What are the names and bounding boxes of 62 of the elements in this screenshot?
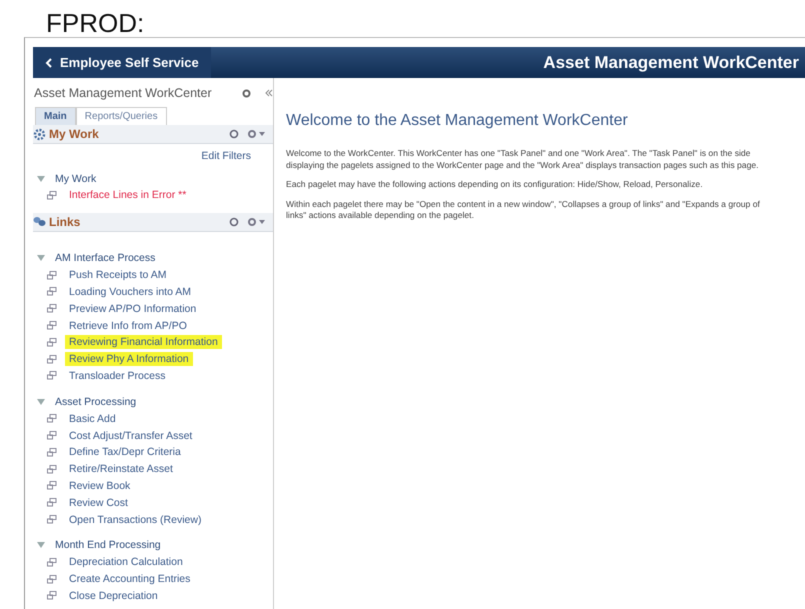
link-icon — [47, 287, 57, 296]
link[interactable]: Retire/Reinstate Asset — [69, 463, 173, 476]
pagelet-title: Links — [49, 214, 80, 229]
link[interactable]: Cost Adjust/Transfer Asset — [69, 430, 192, 442]
link-icon — [47, 558, 57, 567]
back-button[interactable]: Employee Self Service — [33, 47, 211, 78]
link[interactable]: Review Cost — [69, 496, 128, 509]
gear-icon — [33, 128, 46, 140]
welcome-heading: Welcome to the Asset Management WorkCenter — [286, 112, 629, 130]
link[interactable]: Transloader Process — [69, 370, 166, 382]
link[interactable]: Close Depreciation — [69, 590, 158, 602]
tab[interactable]: Main — [35, 107, 76, 125]
tab[interactable]: Reports/Queries — [76, 107, 167, 125]
link[interactable]: Review Book — [69, 480, 130, 492]
chevron-left-icon — [45, 58, 52, 68]
link-icon — [47, 190, 57, 200]
group-label[interactable]: My Work — [55, 172, 96, 184]
link-icon — [47, 414, 57, 424]
panel-title: Asset Management WorkCenter — [34, 86, 213, 100]
expanded-triangle-icon[interactable] — [37, 398, 45, 405]
link[interactable]: Retrieve Info from AP/PO — [69, 320, 187, 332]
link[interactable]: Loading Vouchers into AM — [69, 286, 192, 298]
gear-menu-icon[interactable] — [247, 216, 267, 227]
link[interactable]: Basic Add — [69, 412, 116, 425]
link[interactable]: Create Accounting Entries — [69, 573, 190, 586]
link-icon — [47, 481, 57, 490]
link-icon — [47, 270, 57, 280]
paragraph: Each pagelet may have the following actions depending on its configuration: Hide/Show, Reload, Personalize. — [286, 179, 704, 191]
caption: FPROD: — [45, 7, 146, 37]
collapse-icon[interactable] — [265, 89, 273, 97]
gear-menu-icon[interactable] — [247, 129, 267, 139]
link-icon — [47, 515, 57, 524]
group-label[interactable]: AM Interface Process — [55, 252, 156, 264]
paragraph: Within each pagelet there may be "Open the content in a new window", "Collapses a group of links" and "Expands a group of links" actions available depending on the pagelet. — [286, 198, 761, 222]
link-icon — [47, 591, 57, 600]
link-icon — [47, 338, 57, 347]
paragraph: Welcome to the WorkCenter. This WorkCenter has one "Task Panel" and one "Work Area". The "Task Panel" is on the side displaying the pagelets assigned to the WorkCenter page and the "Work Area" displays transaction pages such as this page. — [286, 148, 760, 172]
page-title: Asset Management WorkCenter — [543, 52, 800, 72]
edit-filters-link[interactable]: Edit Filters — [201, 150, 251, 162]
link[interactable]: Depreciation Calculation — [69, 556, 183, 568]
link-icon — [47, 448, 57, 457]
group-label[interactable]: Month End Processing — [55, 539, 161, 552]
link-icon — [47, 321, 57, 330]
link[interactable]: Preview AP/PO Information — [69, 302, 196, 315]
group-label[interactable]: Asset Processing — [55, 396, 136, 408]
link[interactable]: Define Tax/Depr Criteria — [69, 446, 181, 458]
link[interactable]: Push Receipts to AM — [69, 269, 166, 282]
link[interactable]: Interface Lines in Error ** — [69, 189, 186, 202]
link-icon — [47, 431, 57, 440]
link[interactable]: Open Transactions (Review) — [69, 514, 202, 526]
expanded-triangle-icon[interactable] — [37, 255, 45, 262]
highlighted-link[interactable]: Review Phy A Information — [65, 352, 193, 366]
link-icon — [47, 498, 57, 508]
expanded-triangle-icon[interactable] — [37, 176, 45, 182]
pagelet-title: My Work — [49, 127, 99, 141]
link-icon — [47, 464, 57, 474]
link-icon — [47, 371, 57, 380]
link-icon — [47, 354, 57, 364]
link-icon — [47, 304, 57, 314]
expanded-triangle-icon[interactable] — [37, 542, 45, 548]
highlighted-link[interactable]: Reviewing Financial Information — [65, 335, 222, 350]
link-icon — [47, 574, 57, 584]
